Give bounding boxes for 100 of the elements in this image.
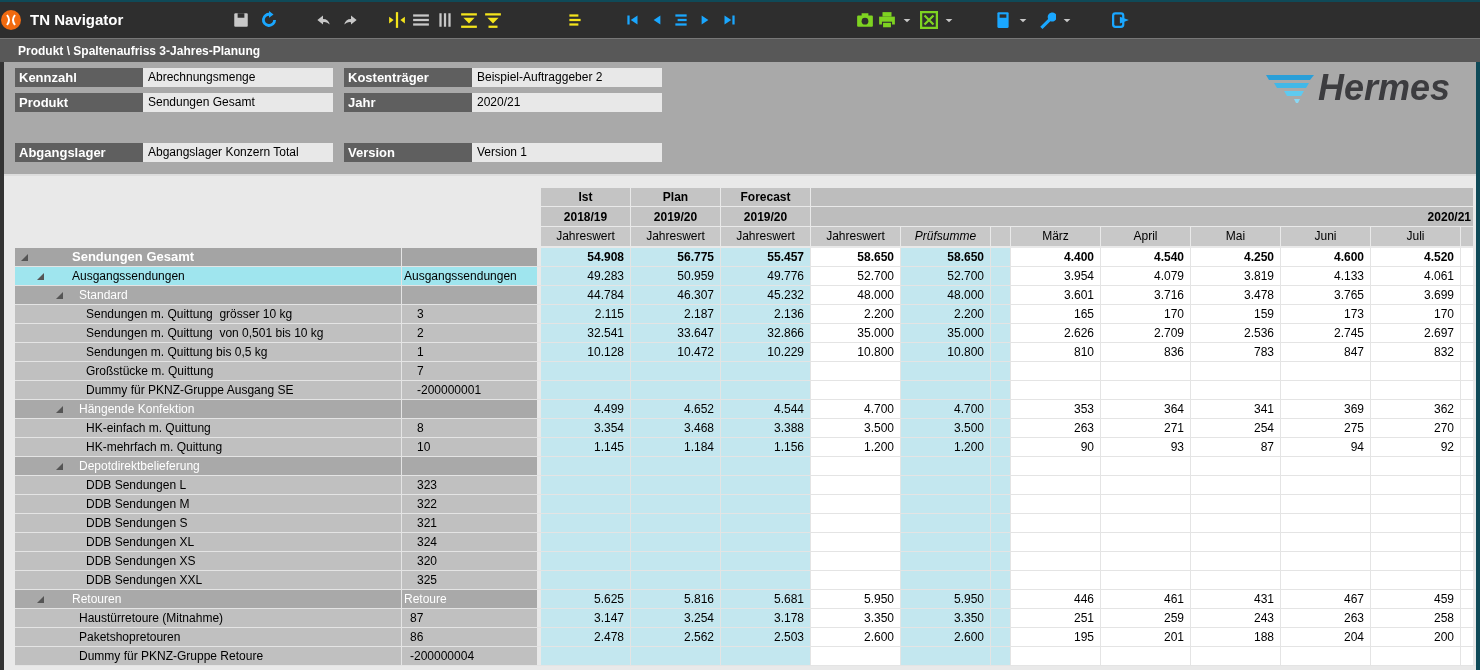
table-cell: 323 [402,476,537,494]
tree-row[interactable]: DDB Sendungen S [15,514,402,532]
tree-row[interactable]: DDB Sendungen M [15,495,402,513]
table-cell: 322 [402,495,537,513]
tree-row[interactable]: Haustürretoure (Mitnahme) [15,609,402,627]
table-cell: 4.400 [1011,248,1101,266]
collapse-icon[interactable] [36,271,45,281]
tree-row[interactable]: Sendungen m. Quittung bis 0,5 kg [15,343,402,361]
table-cell: 2.478 [541,628,631,646]
wrench-icon[interactable] [1038,11,1056,29]
tree-label: DDB Sendungen XXL [86,572,203,589]
field-value[interactable]: 2020/21 [472,93,662,112]
tree-row[interactable]: Dummy für PKNZ-Gruppe Ausgang SE [15,381,402,399]
table-cell [1461,457,1473,475]
table-cell: 369 [1281,400,1371,418]
tree-row[interactable]: HK-einfach m. Quittung [15,419,402,437]
table-cell: 4.133 [1281,267,1371,285]
table-cell: 170 [1101,305,1191,323]
table-cell: 4.600 [1281,248,1371,266]
table-cell: 33.647 [631,324,721,342]
table-cell [1461,628,1473,646]
table-cell: 783 [1191,343,1281,361]
tree-label: Dummy für PKNZ-Gruppe Ausgang SE [86,382,294,399]
table-cell: 4.700 [901,400,991,418]
tree-row[interactable]: Ausgangssendungen [15,267,402,285]
spreadsheet-icon[interactable] [920,11,938,29]
tree-row[interactable]: Sendungen m. Quittung von 0,501 bis 10 kg [15,324,402,342]
tree-row[interactable]: Großstücke m. Quittung [15,362,402,380]
list-icon[interactable] [672,11,690,29]
tree-row[interactable]: DDB Sendungen L [15,476,402,494]
column-header: April [1101,227,1191,246]
table-cell: 170 [1371,305,1461,323]
table-cell: 10.472 [631,343,721,361]
tree-row[interactable]: Paketshopretouren [15,628,402,646]
table-cell [1461,305,1473,323]
tree-label: Hängende Konfektion [79,401,195,418]
table-cell [1461,533,1473,551]
field-value[interactable]: Abrechnungsmenge [143,68,333,87]
table-cell: 52.700 [811,267,901,285]
align-icon[interactable] [566,11,584,29]
table-cell: 1.200 [901,438,991,456]
tree-label: Sendungen Gesamt [72,248,195,267]
tree-row[interactable]: Sendungen m. Quittung grösser 10 kg [15,305,402,323]
table-cell: 3.350 [811,609,901,627]
table-cell [1461,248,1473,266]
table-cell: 254 [1191,419,1281,437]
field-value[interactable]: Beispiel-Auftraggeber 2 [472,68,662,87]
column-header: Prüfsumme [901,227,991,246]
table-cell: 4.079 [1101,267,1191,285]
field-value[interactable]: Abgangslager Konzern Total [143,143,333,162]
table-cell: 258 [1371,609,1461,627]
table-cell: 325 [402,571,537,589]
table-cell: 195 [1011,628,1101,646]
table-cell: 10 [402,438,537,456]
exit-icon[interactable] [1112,11,1130,29]
table-cell: 362 [1371,400,1461,418]
collapse-icon[interactable] [20,252,29,262]
table-cell: 3.254 [631,609,721,627]
collapse-icon[interactable] [55,290,64,300]
column-header: 2020/21 [811,207,1473,226]
calculator-icon[interactable] [994,11,1012,29]
tree-row[interactable]: Dummy für PKNZ-Gruppe Retoure [15,647,402,665]
collapse-icon[interactable] [55,404,64,414]
printer-icon[interactable] [878,11,896,29]
tree-row[interactable]: DDB Sendungen XL [15,533,402,551]
columns-icon[interactable] [436,11,454,29]
table-cell: 4.499 [541,400,631,418]
table-cell: 810 [1011,343,1101,361]
table-cell: 467 [1281,590,1371,608]
column-header: März [1011,227,1101,246]
collapse-icon[interactable] [36,594,45,604]
field-value[interactable]: Sendungen Gesamt [143,93,333,112]
table-cell: 10.128 [541,343,631,361]
collapse-icon[interactable] [55,461,64,471]
refresh-icon[interactable] [260,11,278,29]
table-cell: 1.200 [811,438,901,456]
table-cell [1461,590,1473,608]
table-cell: 10.800 [901,343,991,361]
camera-icon[interactable] [856,11,874,29]
filter-icon[interactable] [484,11,502,29]
table-cell: 87 [1191,438,1281,456]
table-cell: 3 [402,305,537,323]
table-cell: -200000001 [402,381,537,399]
tree-row[interactable]: DDB Sendungen XXL [15,571,402,589]
app-icon [0,9,22,31]
table-cell [1461,267,1473,285]
filter-icon[interactable] [460,11,478,29]
table-cell: 1 [402,343,537,361]
tree-row[interactable]: HK-mehrfach m. Quittung [15,438,402,456]
tree-label: Retouren [72,591,122,608]
tree-label: DDB Sendungen S [86,515,188,532]
app-title: TN Navigator [30,9,125,30]
table-cell: 49.283 [541,267,631,285]
split-icon[interactable] [388,11,406,29]
table-cell: 3.699 [1371,286,1461,304]
field-value[interactable]: Version 1 [472,143,662,162]
table-cell [1461,343,1473,361]
tree-row[interactable]: DDB Sendungen XS [15,552,402,570]
save-icon[interactable] [232,11,250,29]
rows-icon[interactable] [412,11,430,29]
